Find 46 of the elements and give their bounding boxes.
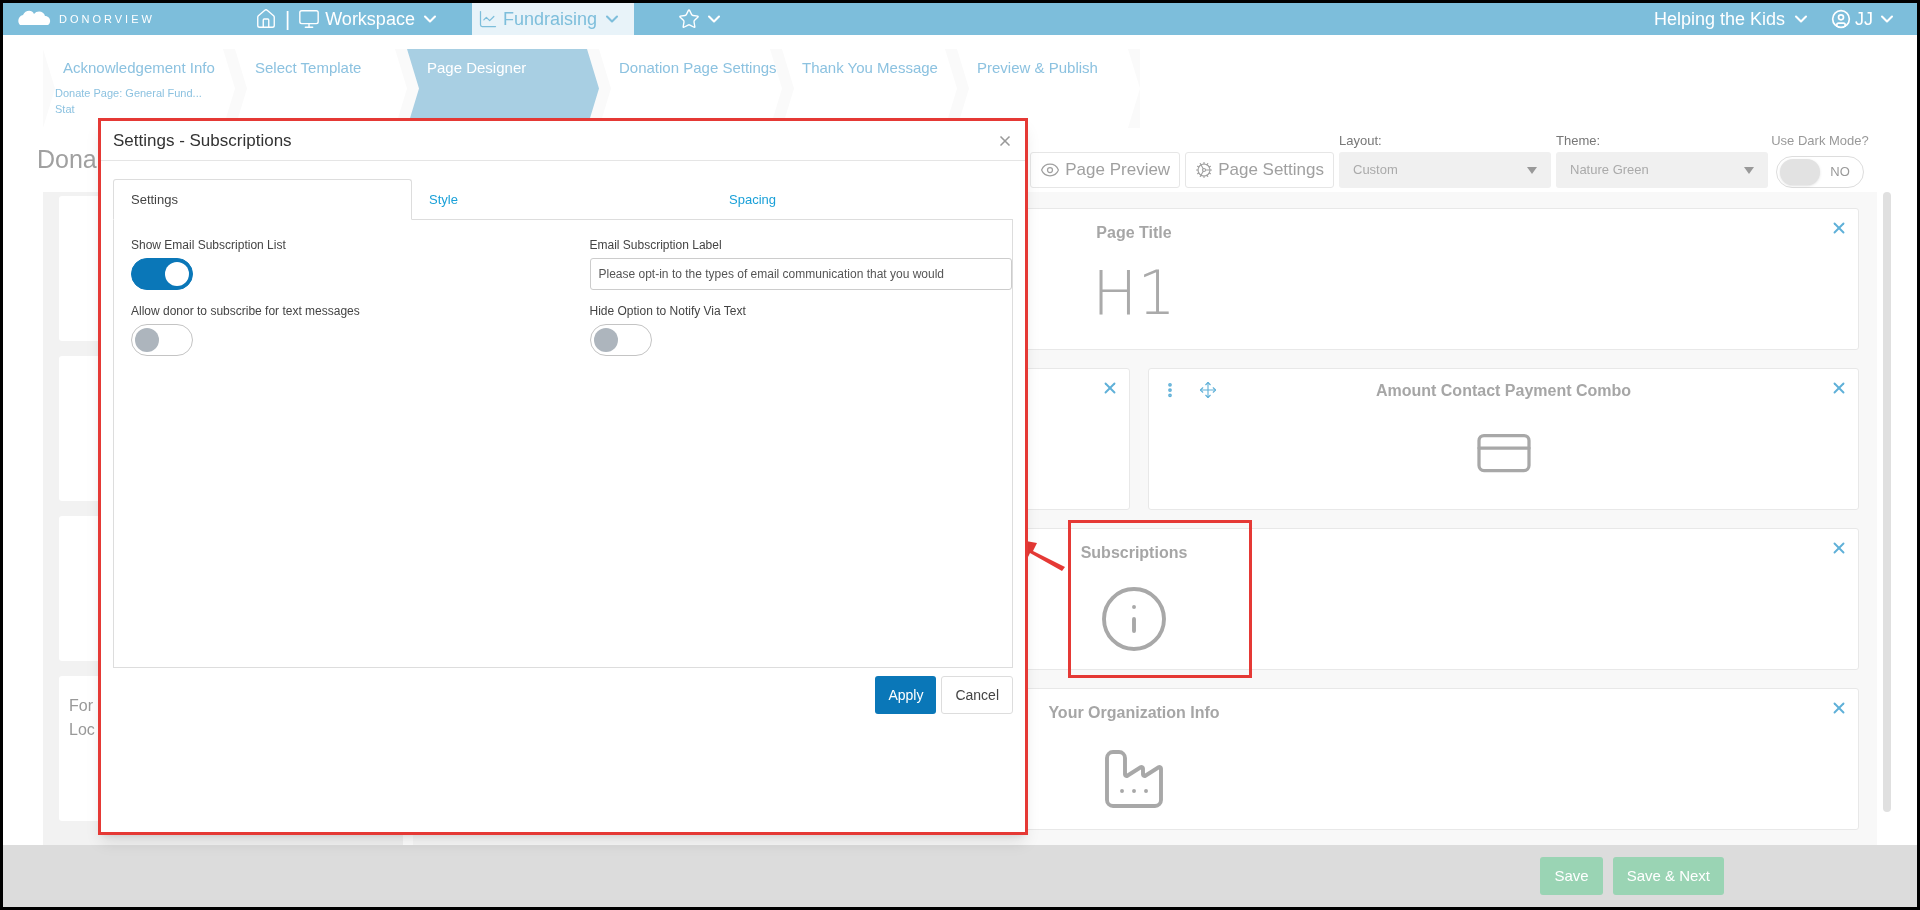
dark-mode-toggle[interactable]: NO (1776, 156, 1864, 188)
settings-icon (1195, 161, 1214, 179)
monitor-icon (298, 8, 321, 30)
subscription-label-field[interactable]: Please opt-in to the types of email communication that you would (589, 258, 1012, 290)
page-status: Stat (55, 102, 75, 117)
widget-title: Your Organization Info (1048, 703, 1220, 723)
wizard-step[interactable]: Preview & Publish (957, 49, 1140, 128)
field-label: Email Subscription Label (589, 237, 723, 254)
theme-select[interactable]: Nature Green (1556, 152, 1768, 188)
dialog-tab[interactable]: Settings (113, 179, 412, 220)
toggle-switch[interactable] (589, 324, 652, 356)
user-icon (1831, 9, 1851, 29)
heading-glyph: H1 (1092, 263, 1176, 323)
page-subtitle: Donate Page: General Fund... (55, 86, 202, 101)
move-icon[interactable] (1199, 381, 1217, 399)
toggle-label: Hide Option to Notify Via Text (589, 303, 747, 320)
theme-label: Theme: (1556, 131, 1602, 150)
star-icon (677, 8, 700, 30)
card-text: For (69, 696, 94, 716)
widget-title: Amount Contact Payment Combo (1375, 381, 1632, 401)
nav-separator: | (285, 7, 291, 32)
toggle-switch[interactable] (131, 258, 193, 290)
page-preview-button[interactable]: Page Preview (1030, 152, 1181, 188)
dialog-tab[interactable]: Spacing (711, 179, 1010, 220)
brand-name: DONORVIEW (59, 11, 155, 27)
user-menu[interactable]: JJ (1831, 5, 1897, 33)
widget-title: Page Title (1096, 223, 1172, 243)
dialog-tab[interactable]: Style (412, 179, 711, 220)
organization-menu[interactable]: Helping the Kids (1653, 5, 1811, 33)
layout-select[interactable]: Custom (1339, 152, 1551, 188)
widget-title: Subscriptions (1080, 543, 1188, 563)
workspace-menu[interactable]: Workspace (298, 5, 440, 33)
apply-button[interactable]: Apply (875, 676, 937, 714)
home-icon[interactable] (255, 8, 277, 30)
line-chart-icon (477, 9, 498, 29)
page-heading: Dona (37, 143, 97, 175)
cancel-button[interactable]: Cancel (941, 676, 1013, 714)
card-text: Loc (69, 720, 96, 740)
dialog-title: Settings - Subscriptions (113, 129, 292, 152)
toggle-label: Allow donor to subscribe for text messages (131, 303, 361, 320)
layout-label: Layout: (1339, 131, 1383, 150)
dark-mode-label: Use Dark Mode? (1771, 131, 1869, 150)
toggle-switch[interactable] (131, 324, 193, 356)
toggle-label: Show Email Subscription List (131, 237, 287, 254)
page-settings-button[interactable]: Page Settings (1185, 152, 1334, 188)
fundraising-menu[interactable]: Fundraising (471, 3, 634, 35)
